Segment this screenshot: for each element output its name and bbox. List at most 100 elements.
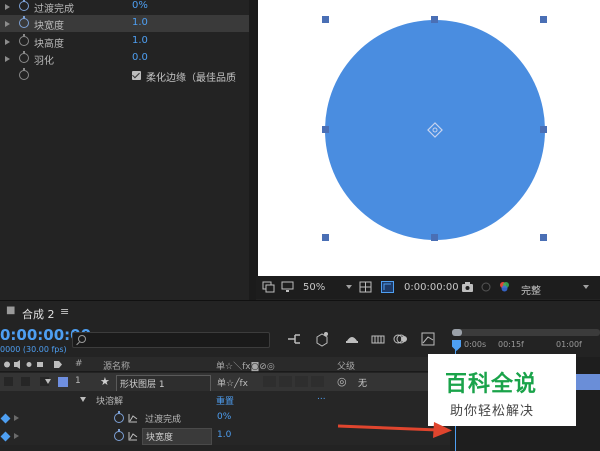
timeline-tab-bar: ■ 合成 2 ≡ [0,300,600,322]
quality-dropdown-icon[interactable] [583,285,589,289]
column-source-name[interactable]: 源名称 [103,359,130,372]
expand-arrow-icon[interactable] [5,56,10,62]
layer-switches[interactable]: 单☆╱fx [217,376,248,389]
viewer-canvas[interactable] [258,0,600,276]
handle-top-right[interactable] [540,16,547,23]
parent-pickwhip-icon[interactable]: ◎ [337,375,347,388]
property-transition-completion[interactable]: 过渡完成 0% [0,0,249,15]
graph-icon[interactable] [128,431,138,441]
handle-bottom[interactable] [431,234,438,241]
resolution-quality[interactable]: 完整 [521,282,541,297]
camera-icon[interactable] [461,281,474,293]
graph-icon[interactable] [128,413,138,423]
switch-box[interactable] [263,376,276,387]
keyframe-next-icon[interactable] [14,415,19,421]
handle-right[interactable] [540,126,547,133]
zoom-dropdown-icon[interactable] [346,285,352,289]
watermark-logo: 百科全说 助你轻松解决 [428,354,576,426]
options-ellipsis[interactable]: ... [317,392,326,402]
frame-blending-icon[interactable] [370,331,386,347]
soft-edges-checkbox[interactable] [132,71,141,80]
property-value[interactable]: 0.0 [132,52,148,63]
comp-mini-flowchart-icon[interactable] [286,331,302,347]
property-value[interactable]: 1.0 [132,35,148,46]
property-label: 块高度 [34,39,64,50]
switch-box[interactable] [295,376,308,387]
motion-blur-icon[interactable] [392,331,408,347]
layer-row[interactable]: 1 ★ 形状图层 1 单☆╱fx ◎ 无 [0,373,450,392]
layer-name[interactable]: 形状图层 1 [116,375,211,392]
property-value[interactable]: 1.0 [132,17,148,28]
ruler-label: 01:00f [556,340,582,349]
property-block-width[interactable]: 块宽度 1.0 [0,15,249,32]
stopwatch-icon[interactable] [114,429,124,441]
keyframe-nav-icon[interactable] [0,413,11,424]
stopwatch-icon[interactable] [19,0,29,11]
draft-3d-icon[interactable] [314,331,330,347]
show-snapshot-icon[interactable] [480,281,493,293]
stopwatch-icon[interactable] [19,16,29,28]
panel-menu-icon[interactable]: ≡ [60,305,69,318]
composition-viewer[interactable] [256,0,600,276]
parent-value[interactable]: 无 [358,376,367,389]
time-ruler[interactable]: 0:00s 00:15f 01:00f [450,325,600,357]
video-toggle[interactable] [4,377,13,386]
collapse-arrow-icon[interactable] [80,397,86,402]
shape-circle[interactable] [325,20,545,240]
grid-guides-icon[interactable] [359,281,372,293]
shy-layers-icon[interactable] [344,331,360,347]
layer-search-input[interactable] [72,332,270,348]
property-label: 过渡完成 [34,4,74,15]
viewer-timecode[interactable]: 0:00:00:00 [404,282,459,293]
property-soft-edges[interactable]: 柔化边缘（最佳品质 [0,67,249,84]
property-value[interactable]: 1.0 [217,430,231,440]
property-block-height[interactable]: 块高度 1.0 [0,33,249,50]
handle-top-left[interactable] [322,16,329,23]
expand-arrow-icon[interactable] [5,39,10,45]
watermark-subtitle: 助你轻松解决 [450,404,535,419]
color-channels-icon[interactable] [498,281,511,293]
property-feather[interactable]: 羽化 0.0 [0,50,249,67]
collapse-arrow-icon[interactable] [45,379,51,384]
handle-top[interactable] [431,16,438,23]
stopwatch-icon[interactable] [19,51,29,63]
reset-link[interactable]: 重置 [216,394,234,407]
stopwatch-icon[interactable] [19,68,29,80]
layer-label-color[interactable] [58,377,68,387]
monitor-icon[interactable] [281,281,294,293]
frame-rate-display: 0000 (30.00 fps) [0,345,67,354]
keyframe-nav-icon[interactable] [0,431,11,442]
tab-composition[interactable]: 合成 2 [22,306,55,322]
expand-arrow-icon[interactable] [5,21,10,27]
property-value[interactable]: 0% [132,0,148,11]
search-icon [78,335,86,343]
toggle-viewer-icon[interactable] [262,281,275,293]
effect-row[interactable]: 块溶解 重置 ... [0,391,450,409]
mask-toggle-icon[interactable] [381,281,394,293]
handle-left[interactable] [322,126,329,133]
switch-box[interactable] [311,376,324,387]
solo-toggle[interactable] [21,377,30,386]
soft-edges-label: 柔化边缘（最佳品质 [146,73,236,84]
effect-name[interactable]: 块溶解 [96,394,123,407]
close-panel-icon[interactable]: ■ [6,305,15,316]
keyframe-next-icon[interactable] [14,433,19,439]
property-label[interactable]: 块宽度 [142,428,212,445]
zoom-level[interactable]: 50% [303,282,325,293]
stopwatch-icon[interactable] [19,34,29,46]
stopwatch-icon[interactable] [114,411,124,423]
panel-divider[interactable] [249,0,256,300]
work-area-bar[interactable] [452,329,600,336]
property-label: 过渡完成 [145,415,182,425]
column-parent: 父级 [337,362,356,372]
handle-bottom-left[interactable] [322,234,329,241]
graph-editor-icon[interactable] [420,331,436,347]
layer-index: 1 [75,376,81,386]
playhead-handle[interactable] [452,340,461,351]
switch-box[interactable] [279,376,292,387]
ruler-label: 0:00s [464,340,487,349]
expand-arrow-icon[interactable] [5,4,10,10]
handle-bottom-right[interactable] [540,234,547,241]
av-switches-icons [4,360,43,369]
property-value[interactable]: 0% [217,412,231,422]
